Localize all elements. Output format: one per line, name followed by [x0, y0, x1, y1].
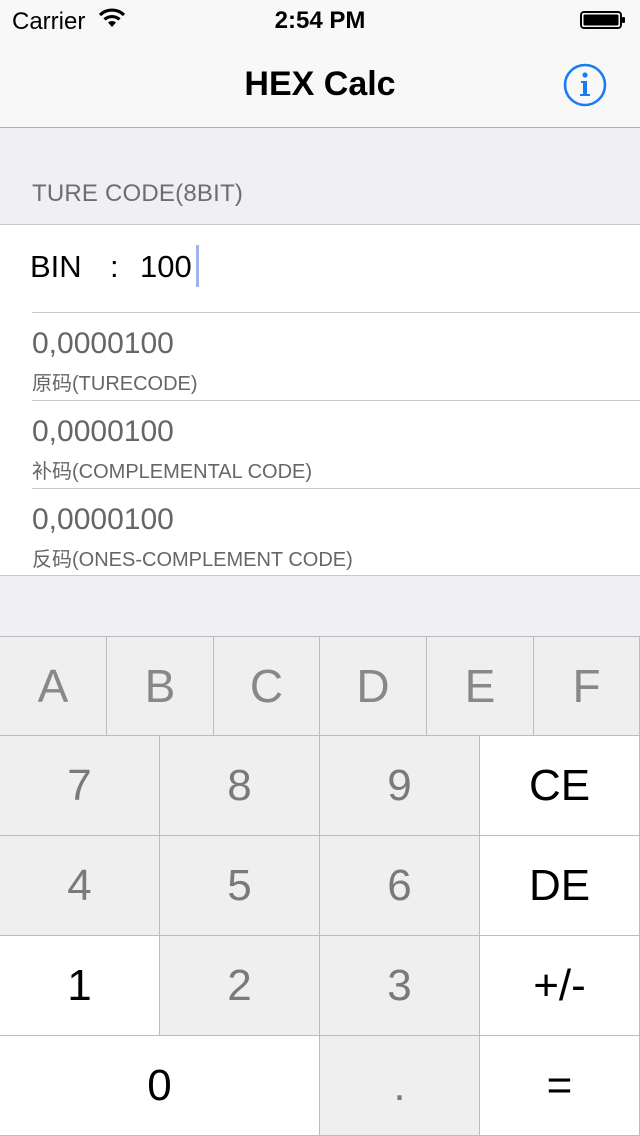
complemental-value: 0,0000100	[32, 415, 174, 448]
divider	[32, 400, 640, 401]
ones-complement-value: 0,0000100	[32, 503, 174, 536]
key-4[interactable]: 4	[0, 836, 160, 936]
key-3[interactable]: 3	[320, 936, 480, 1036]
key-9[interactable]: 9	[320, 736, 480, 836]
key-2[interactable]: 2	[160, 936, 320, 1036]
status-time: 2:54 PM	[274, 7, 366, 34]
sign-toggle-button[interactable]: +/-	[480, 936, 640, 1036]
divider	[32, 488, 640, 489]
page-title: HEX Calc	[244, 65, 396, 103]
battery-icon	[580, 11, 625, 29]
section-header: TURE CODE(8BIT)	[32, 180, 244, 207]
clear-entry-button[interactable]: CE	[480, 736, 640, 836]
key-f[interactable]: F	[534, 636, 640, 736]
keypad: A B C D E F 7 8 9 CE 4 5 6 DE 1 2 3 +/- …	[0, 636, 640, 1136]
key-6[interactable]: 6	[320, 836, 480, 936]
key-1[interactable]: 1	[0, 936, 160, 1036]
text-caret	[196, 245, 199, 287]
key-8[interactable]: 8	[160, 736, 320, 836]
key-5[interactable]: 5	[160, 836, 320, 936]
key-d[interactable]: D	[320, 636, 427, 736]
navigation-bar: Carrier 2:54 PM HEX Calc	[0, 0, 640, 128]
key-b[interactable]: B	[107, 636, 214, 736]
result-list: BIN : 100 0,0000100 原码(TURECODE) 0,00001…	[0, 224, 640, 576]
decimal-point-button[interactable]: .	[320, 1036, 480, 1136]
key-0[interactable]: 0	[0, 1036, 320, 1136]
divider	[32, 312, 640, 313]
delete-button[interactable]: DE	[480, 836, 640, 936]
key-a[interactable]: A	[0, 636, 107, 736]
bin-input-field[interactable]: 100	[140, 249, 192, 285]
input-colon: :	[110, 249, 119, 284]
input-label: BIN	[30, 249, 82, 284]
ones-complement-label: 反码(ONES-COMPLEMENT CODE)	[32, 549, 353, 571]
key-7[interactable]: 7	[0, 736, 160, 836]
complemental-label: 补码(COMPLEMENTAL CODE)	[32, 461, 313, 483]
key-e[interactable]: E	[427, 636, 534, 736]
info-icon[interactable]	[562, 62, 608, 108]
bin-input-row[interactable]: BIN : 100	[0, 225, 640, 312]
key-c[interactable]: C	[214, 636, 320, 736]
equals-button[interactable]: =	[480, 1036, 640, 1136]
truecode-value: 0,0000100	[32, 327, 174, 360]
truecode-label: 原码(TURECODE)	[32, 373, 198, 395]
